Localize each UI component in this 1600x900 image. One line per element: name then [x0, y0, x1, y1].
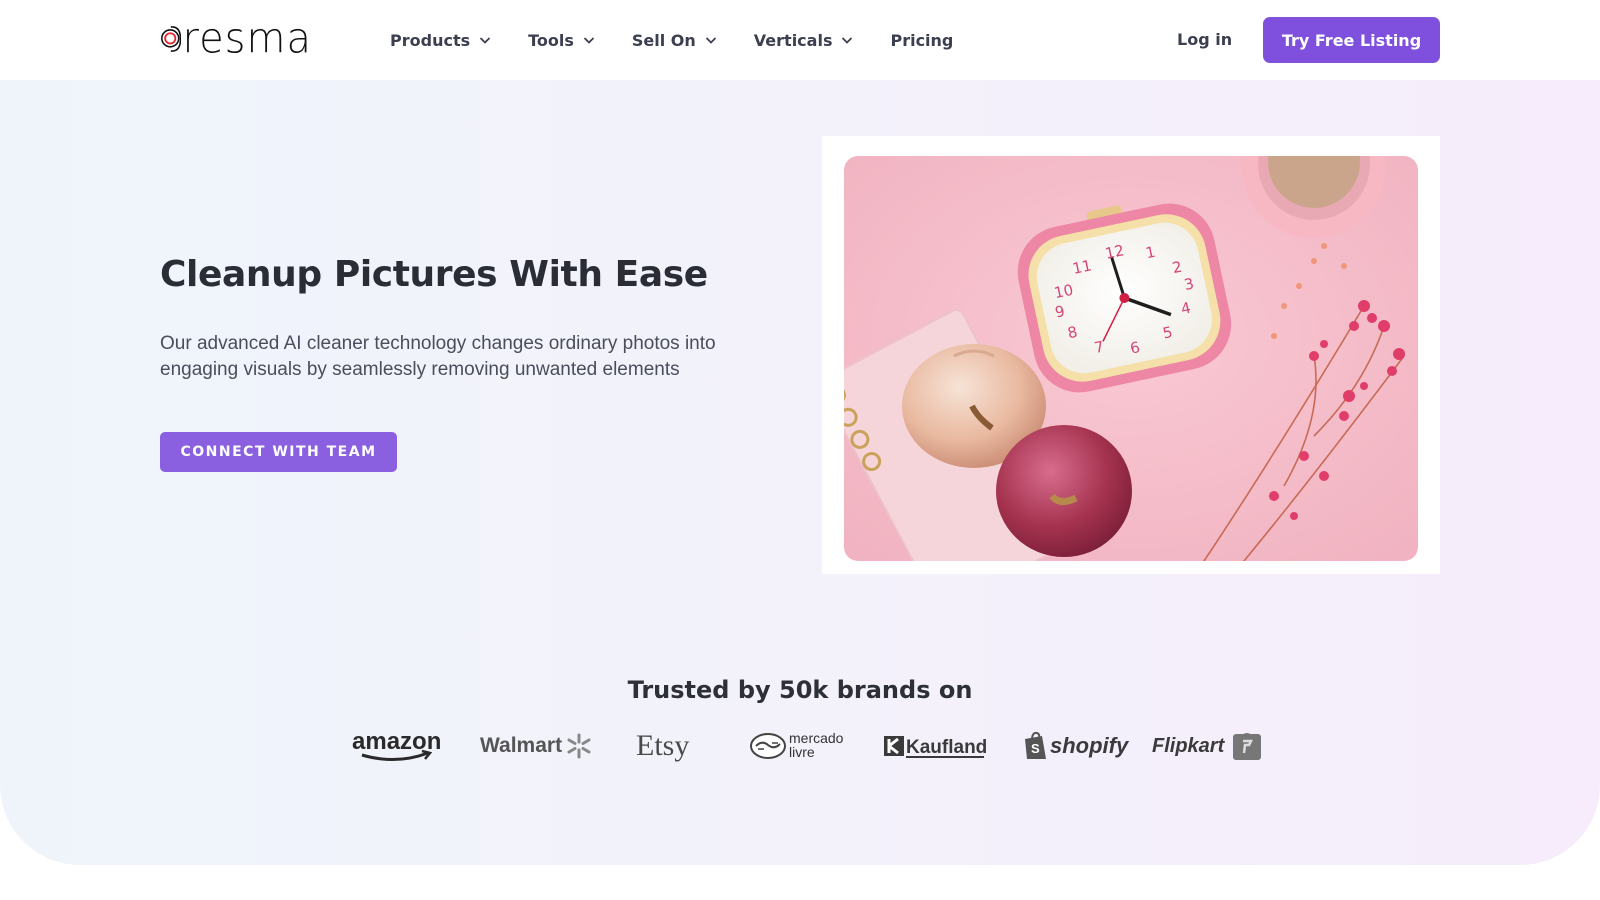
hero-section: Cleanup Pictures With Ease Our advanced … [0, 80, 1600, 865]
kaufland-mark-icon: Kaufland [884, 736, 986, 758]
nav-pricing-label: Pricing [890, 30, 954, 50]
nav-tools-label: Tools [528, 30, 574, 50]
shopify-logo: S shopify [1022, 726, 1128, 766]
nav-sell-on-label: Sell On [631, 30, 696, 50]
amazon-logo: amazon [352, 726, 444, 766]
hero-image-frame: 12 1 2 345 678 9 10 11 [822, 136, 1440, 574]
hero-description: Our advanced AI cleaner technology chang… [160, 333, 716, 380]
dresma-logo-mark-icon [161, 26, 181, 52]
mercado-livre-handshake-icon: mercado livre [750, 730, 844, 760]
main-nav: Products Tools Sell On Verticals Pricing [390, 26, 989, 54]
walmart-spark-icon [567, 733, 591, 759]
shopify-bag-icon: S [1025, 731, 1046, 759]
chevron-down-icon [479, 37, 491, 44]
shopify-wordmark: shopify [1050, 733, 1129, 758]
chevron-down-icon [842, 37, 853, 44]
site-header: resma Products Tools Sell On Verticals P… [0, 0, 1600, 80]
svg-text:livre: livre [789, 744, 815, 760]
try-free-listing-button[interactable]: Try Free Listing [1263, 17, 1440, 63]
walmart-wordmark: Walmart [480, 734, 563, 757]
etsy-logo: Etsy [636, 726, 689, 766]
login-link[interactable]: Log in [1177, 26, 1232, 54]
logo-wordmark: resma [182, 14, 312, 64]
flipkart-wordmark: Flipkart [1152, 734, 1225, 757]
dresma-logo[interactable]: resma [160, 14, 312, 64]
svg-text:S: S [1031, 741, 1040, 756]
svg-text:Kaufland: Kaufland [906, 737, 986, 758]
chevron-down-icon [705, 37, 716, 44]
connect-with-team-button[interactable]: CONNECT WITH TEAM [160, 432, 397, 472]
hero-title: Cleanup Pictures With Ease [160, 254, 708, 295]
nav-verticals-label: Verticals [753, 30, 833, 50]
trusted-heading: Trusted by 50k brands on [627, 676, 973, 704]
mercado-livre-logo: mercado livre [750, 726, 854, 766]
etsy-wordmark: Etsy [636, 729, 690, 762]
flipkart-logo: Flipkart [1152, 726, 1262, 766]
nav-pricing[interactable]: Pricing [890, 31, 953, 50]
kaufland-logo: Kaufland [884, 726, 986, 766]
nav-verticals[interactable]: Verticals [754, 31, 855, 50]
brand-logos-row: amazon Walmart Etsy mercado livre Kaufla… [346, 726, 1266, 766]
hero-product-photo: 12 1 2 345 678 9 10 11 [844, 156, 1418, 561]
flipkart-bag-icon [1233, 733, 1262, 760]
nav-tools[interactable]: Tools [528, 31, 596, 50]
nav-products[interactable]: Products [390, 31, 492, 50]
nav-products-label: Products [390, 30, 471, 50]
chevron-down-icon [583, 37, 595, 44]
nav-sell-on[interactable]: Sell On [632, 31, 718, 50]
amazon-wordmark: amazon [352, 729, 441, 755]
walmart-logo: Walmart [480, 726, 592, 766]
